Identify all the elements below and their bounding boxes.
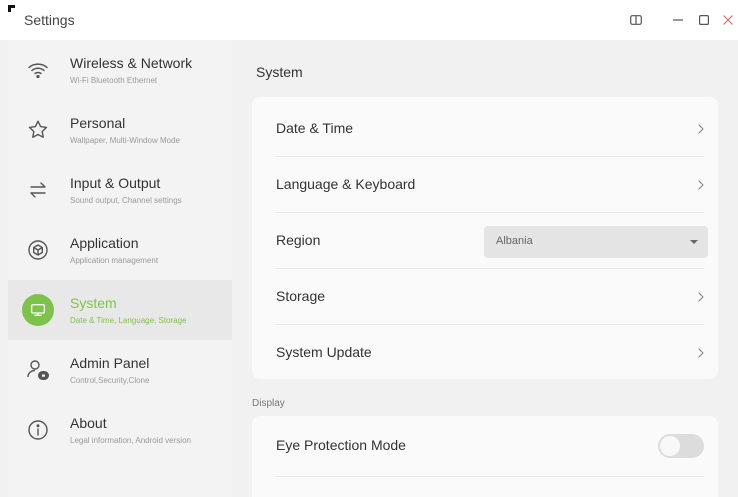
app-title: Settings bbox=[24, 12, 75, 28]
settings-window: Settings Wireless & Network Wi-Fi Blueto… bbox=[0, 0, 738, 497]
star-icon bbox=[22, 114, 54, 146]
divider bbox=[276, 476, 704, 477]
display-settings-card: Eye Protection Mode bbox=[252, 416, 718, 497]
system-settings-card: Date & Time Language & Keyboard Region A… bbox=[252, 97, 718, 379]
monitor-icon bbox=[22, 294, 54, 326]
sidebar-item-subtitle: Legal information, Android version bbox=[70, 436, 191, 445]
sidebar-item-about[interactable]: About Legal information, Android version bbox=[8, 400, 232, 460]
sidebar: Wireless & Network Wi-Fi Bluetooth Ether… bbox=[8, 40, 232, 497]
sidebar-item-subtitle: Wi-Fi Bluetooth Ethernet bbox=[70, 76, 158, 85]
title-bar: Settings bbox=[0, 0, 738, 40]
eye-protection-toggle[interactable] bbox=[658, 434, 704, 458]
sidebar-item-title: Input & Output bbox=[70, 175, 161, 191]
minimize-icon[interactable] bbox=[668, 10, 688, 30]
sidebar-item-title: System bbox=[70, 295, 117, 311]
admin-icon bbox=[22, 354, 54, 386]
info-icon bbox=[22, 414, 54, 446]
sidebar-item-subtitle: Sound output, Channel settings bbox=[70, 196, 182, 205]
sidebar-item-subtitle: Wallpaper, Multi-Window Mode bbox=[70, 136, 180, 145]
chevron-right-icon bbox=[698, 180, 704, 190]
row-label: Eye Protection Mode bbox=[276, 437, 406, 453]
sidebar-item-title: About bbox=[70, 415, 107, 431]
sidebar-item-title: Application bbox=[70, 235, 139, 251]
display-section-label: Display bbox=[252, 398, 285, 409]
sidebar-item-admin-panel[interactable]: Admin Panel Control,Security,Clone bbox=[8, 340, 232, 400]
chevron-right-icon bbox=[698, 292, 704, 302]
sidebar-item-wireless-network[interactable]: Wireless & Network Wi-Fi Bluetooth Ether… bbox=[8, 40, 232, 100]
page-title: System bbox=[256, 64, 303, 80]
cube-icon bbox=[22, 234, 54, 266]
caret-down-icon bbox=[690, 240, 698, 244]
arrows-icon bbox=[22, 174, 54, 206]
split-view-icon[interactable] bbox=[626, 10, 646, 30]
chevron-right-icon bbox=[698, 124, 704, 134]
region-selected-value: Albania bbox=[496, 235, 533, 247]
maximize-icon[interactable] bbox=[694, 10, 714, 30]
row-label: Region bbox=[276, 232, 321, 248]
row-label: Language & Keyboard bbox=[276, 176, 416, 192]
sidebar-item-title: Wireless & Network bbox=[70, 55, 193, 71]
region-dropdown[interactable]: Albania bbox=[484, 226, 708, 258]
wifi-icon bbox=[22, 54, 54, 86]
language-keyboard-row[interactable]: Language & Keyboard bbox=[252, 157, 718, 213]
date-time-row[interactable]: Date & Time bbox=[252, 101, 718, 157]
sidebar-item-application[interactable]: Application Application management bbox=[8, 220, 232, 280]
corner-mark bbox=[8, 5, 15, 12]
sidebar-item-title: Admin Panel bbox=[70, 355, 150, 371]
region-row: Region Albania bbox=[252, 213, 718, 269]
sidebar-item-title: Personal bbox=[70, 115, 126, 131]
main-panel: System Date & Time Language & Keyboard R… bbox=[232, 40, 738, 497]
sidebar-item-input-output[interactable]: Input & Output Sound output, Channel set… bbox=[8, 160, 232, 220]
sidebar-item-system[interactable]: System Date & Time, Language, Storage bbox=[8, 280, 232, 340]
row-label: System Update bbox=[276, 344, 372, 360]
toggle-knob bbox=[660, 436, 680, 456]
close-icon[interactable] bbox=[718, 10, 738, 30]
row-label: Date & Time bbox=[276, 120, 354, 136]
storage-row[interactable]: Storage bbox=[252, 269, 718, 325]
row-label: Storage bbox=[276, 288, 326, 304]
sidebar-item-subtitle: Date & Time, Language, Storage bbox=[70, 316, 187, 325]
sidebar-item-subtitle: Control,Security,Clone bbox=[70, 376, 150, 385]
sidebar-item-subtitle: Application management bbox=[70, 256, 159, 265]
chevron-right-icon bbox=[698, 348, 704, 358]
eye-protection-row: Eye Protection Mode bbox=[252, 418, 718, 474]
system-update-row[interactable]: System Update bbox=[252, 325, 718, 381]
sidebar-item-personal[interactable]: Personal Wallpaper, Multi-Window Mode bbox=[8, 100, 232, 160]
